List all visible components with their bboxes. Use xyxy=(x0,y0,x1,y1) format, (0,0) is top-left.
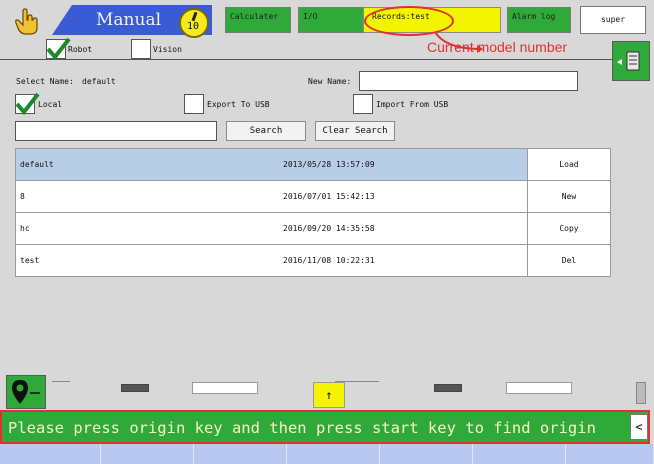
record-name: default xyxy=(20,160,54,169)
up-arrow-button[interactable]: ↑ xyxy=(313,382,345,408)
table-row[interactable]: 8 2016/07/01 15:42:13 New xyxy=(15,180,611,213)
new-name-input[interactable] xyxy=(359,71,578,91)
record-date: 2016/07/01 15:42:13 xyxy=(283,192,375,201)
import-usb-label: Import From USB xyxy=(376,100,449,109)
io-label: I/O xyxy=(303,12,318,21)
calculator-button[interactable]: Calculater xyxy=(225,7,291,33)
bottom-tab[interactable] xyxy=(473,444,566,464)
header-divider xyxy=(0,59,612,60)
export-usb-label: Export To USB xyxy=(207,100,270,109)
vision-label: Vision xyxy=(153,45,182,54)
load-button[interactable]: Load xyxy=(527,149,610,180)
strip-marker xyxy=(121,384,149,392)
strip-slot xyxy=(506,382,572,394)
strip-slot xyxy=(192,382,258,394)
scroll-down-icon[interactable] xyxy=(636,382,646,404)
local-label: Local xyxy=(38,100,63,109)
bottom-tab[interactable] xyxy=(566,444,654,464)
robot-checkbox[interactable] xyxy=(46,37,71,61)
location-pin-icon xyxy=(12,380,40,404)
up-arrow-icon: ↑ xyxy=(325,388,333,402)
import-usb-checkbox[interactable] xyxy=(353,94,373,114)
record-name: 8 xyxy=(20,192,25,201)
bottom-tab[interactable] xyxy=(380,444,473,464)
vision-checkbox[interactable] xyxy=(131,39,151,59)
local-checkbox[interactable] xyxy=(15,92,40,116)
select-name-value: default xyxy=(82,77,116,86)
keyboard-button[interactable] xyxy=(612,41,650,81)
strip-marker xyxy=(434,384,462,392)
search-button[interactable]: Search xyxy=(226,121,306,141)
mode-label: Manual xyxy=(96,10,162,30)
copy-button[interactable]: Copy xyxy=(527,213,610,244)
status-message: Please press origin key and then press s… xyxy=(8,419,596,437)
user-label: super xyxy=(600,15,626,24)
speed-dial-icon[interactable]: 10 xyxy=(179,8,209,38)
status-bar: Please press origin key and then press s… xyxy=(0,410,650,444)
mode-indicator[interactable]: Manual 10 xyxy=(52,5,212,38)
record-name: hc xyxy=(20,224,30,233)
clear-search-button[interactable]: Clear Search xyxy=(315,121,395,141)
io-button[interactable]: I/O xyxy=(298,7,364,33)
keyboard-icon xyxy=(617,51,640,71)
record-date: 2016/11/08 10:22:31 xyxy=(283,256,375,265)
hand-icon[interactable] xyxy=(14,8,40,36)
collapse-button[interactable]: < xyxy=(630,414,648,440)
new-button[interactable]: New xyxy=(527,181,610,212)
annotation-text: Current model number xyxy=(427,39,568,55)
calculator-label: Calculater xyxy=(230,12,279,21)
record-name: test xyxy=(20,256,40,265)
checkmark-icon xyxy=(15,92,40,116)
user-button[interactable]: super xyxy=(580,6,646,34)
bottom-tab[interactable] xyxy=(0,444,101,464)
robot-label: Robot xyxy=(68,45,93,54)
delete-button[interactable]: Del xyxy=(527,245,610,276)
table-row[interactable]: default 2013/05/28 13:57:09 Load xyxy=(15,148,611,181)
record-date: 2013/05/28 13:57:09 xyxy=(283,160,375,169)
alarm-log-button[interactable]: Alarm log xyxy=(507,7,571,33)
search-input[interactable] xyxy=(15,121,217,141)
bottom-tab[interactable] xyxy=(101,444,194,464)
table-row[interactable]: hc 2016/09/20 14:35:58 Copy xyxy=(15,212,611,245)
search-label: Search xyxy=(249,126,283,136)
speed-value: 10 xyxy=(187,21,200,32)
alarm-log-label: Alarm log xyxy=(512,12,556,21)
bottom-tab[interactable] xyxy=(194,444,287,464)
location-button[interactable] xyxy=(6,375,46,409)
clear-search-label: Clear Search xyxy=(322,126,388,136)
new-name-label: New Name: xyxy=(308,77,352,86)
select-name-label: Select Name: xyxy=(16,77,74,86)
strip-line xyxy=(335,381,379,382)
export-usb-checkbox[interactable] xyxy=(184,94,204,114)
chevron-left-icon: < xyxy=(635,420,643,434)
record-date: 2016/09/20 14:35:58 xyxy=(283,224,375,233)
strip-line xyxy=(52,381,70,382)
table-row[interactable]: test 2016/11/08 10:22:31 Del xyxy=(15,244,611,277)
bottom-tab[interactable] xyxy=(287,444,380,464)
